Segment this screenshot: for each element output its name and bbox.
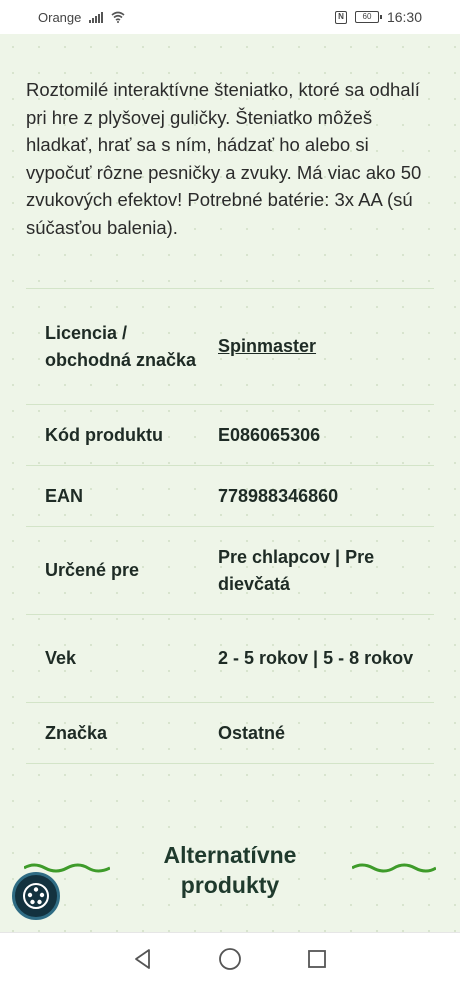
spec-row-product-code: Kód produktu E086065306 [26,405,434,466]
recent-square-icon[interactable] [306,948,328,970]
wifi-icon [111,11,125,23]
spec-label: Značka [45,722,108,743]
battery-icon: 60 [354,11,382,23]
spec-value: 2 - 5 rokov | 5 - 8 rokov [218,648,414,668]
back-triangle-icon[interactable] [132,948,154,970]
product-specs-table: Licencia / obchodná značka Spinmaster Kó… [26,288,434,764]
system-navigation-bar [0,932,460,985]
status-bar: Orange N 60 16:30 [0,0,460,34]
carrier-name: Orange [38,9,82,25]
brand-link[interactable]: Spinmaster [218,336,316,356]
page-content[interactable]: Roztomilé interaktívne šteniatko, ktoré … [0,34,460,932]
spec-value: Pre chlapcov | Pre dievčatá [218,546,375,594]
spec-value: Ostatné [218,722,286,743]
signal-icon [89,11,104,23]
spec-row-intended-for: Určené pre Pre chlapcov | Pre dievčatá [26,527,434,615]
alternatives-heading: Alternatívne produkty [163,842,297,898]
spec-value: E086065306 [218,424,321,445]
product-description: Roztomilé interaktívne šteniatko, ktoré … [26,79,422,238]
spec-row-license: Licencia / obchodná značka Spinmaster [26,289,434,405]
spec-label: EAN [45,485,84,506]
spec-label: Vek [45,648,77,668]
spec-label: Určené pre [45,560,140,580]
accessibility-button[interactable] [12,872,60,920]
nfc-icon: N [334,10,347,24]
spec-row-age: Vek 2 - 5 rokov | 5 - 8 rokov [26,615,434,703]
spec-label: Kód produktu [45,424,163,445]
spec-row-ean: EAN 778988346860 [26,466,434,527]
spec-label: Licencia / obchodná značka [45,322,197,370]
home-circle-icon[interactable] [218,947,242,971]
spec-row-brand: Značka Ostatné [26,703,434,764]
accessibility-icon [23,883,49,909]
clock: 16:30 [386,9,422,25]
spec-value: 778988346860 [218,485,339,506]
